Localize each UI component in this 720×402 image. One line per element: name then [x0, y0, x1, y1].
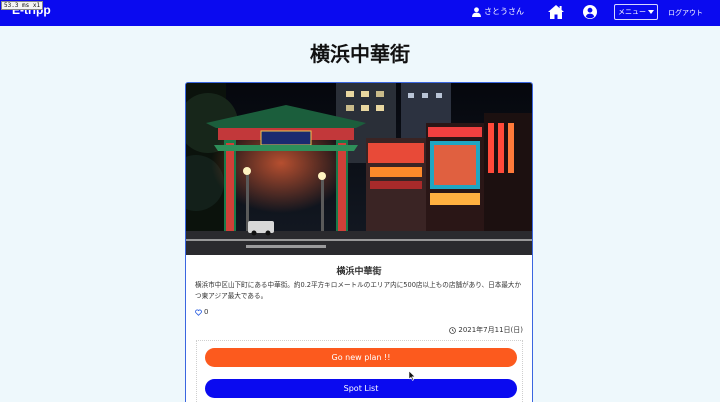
heart-icon: [195, 309, 202, 316]
spot-photo: [186, 83, 532, 255]
like-counter[interactable]: 0: [195, 308, 208, 316]
mouse-cursor-icon: [409, 371, 416, 381]
spot-date: 2021年7月11日(日): [449, 325, 523, 335]
spot-card: 横浜中華街 横浜市中区山下町にある中華街。約0.2平方キロメートルのエリア内に5…: [185, 82, 533, 402]
user-name-label: さとうさん: [484, 7, 524, 16]
spot-description: 横浜市中区山下町にある中華街。約0.2平方キロメートルのエリア内に500店以上も…: [195, 281, 522, 300]
page-title: 横浜中華街: [310, 42, 410, 66]
clock-icon: [449, 326, 457, 334]
account-circle-icon[interactable]: [583, 5, 597, 19]
fps-overlay: 53.3 ms x1: [1, 1, 44, 10]
spot-title: 横浜中華街: [336, 267, 382, 277]
navbar: E-tripp さとうさん メニュー ログアウト: [0, 0, 720, 26]
user-icon: [472, 7, 481, 17]
like-count: 0: [204, 308, 209, 316]
user-name-link[interactable]: さとうさん: [472, 6, 524, 18]
caret-down-icon: [648, 10, 654, 14]
menu-label: メニュー: [618, 8, 646, 16]
home-icon[interactable]: [547, 4, 565, 20]
action-area: Go new plan !! Spot List: [196, 340, 523, 402]
menu-dropdown-button[interactable]: メニュー: [614, 4, 658, 20]
spot-list-button[interactable]: Spot List: [205, 379, 517, 398]
logout-link[interactable]: ログアウト: [668, 8, 703, 18]
go-new-plan-button[interactable]: Go new plan !!: [205, 348, 517, 367]
spot-date-text: 2021年7月11日(日): [458, 326, 523, 334]
